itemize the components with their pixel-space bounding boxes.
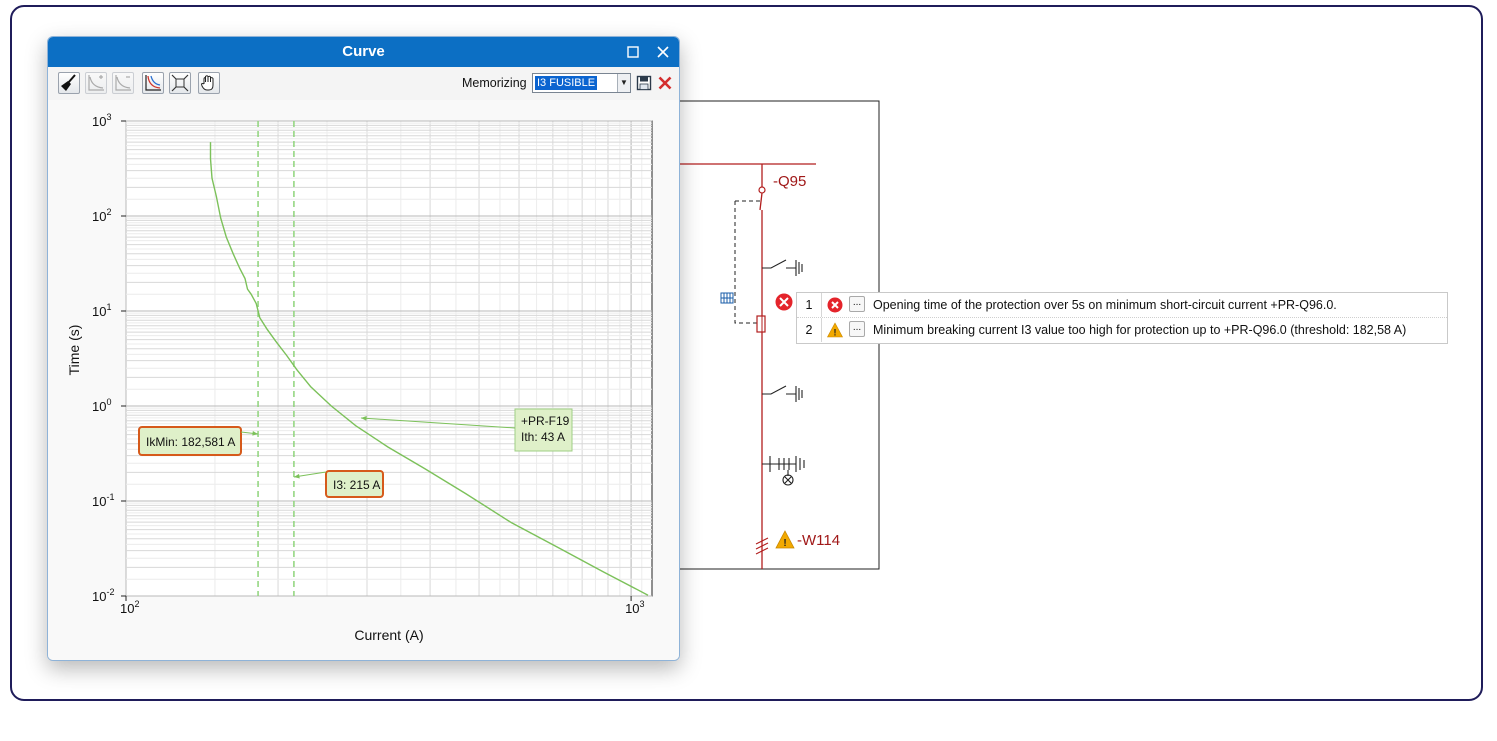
x-axis-label: Current (A)	[354, 627, 423, 643]
save-icon[interactable]	[636, 75, 652, 91]
error-row-number: 2	[797, 318, 822, 342]
y-axis-label: Time (s)	[66, 325, 82, 376]
error-list[interactable]: 1 ... Opening time of the protection ove…	[796, 292, 1448, 344]
broom-icon	[61, 74, 76, 91]
prf19-name-label: +PR-F19	[521, 414, 570, 428]
ikmin-label: IkMin: 182,581 A	[146, 435, 235, 449]
maximize-icon[interactable]	[623, 42, 643, 62]
details-button[interactable]: ...	[849, 296, 865, 312]
close-icon[interactable]	[653, 42, 673, 62]
error-message: Minimum breaking current I3 value too hi…	[873, 323, 1407, 337]
fit-view-icon	[171, 74, 189, 92]
window-title: Curve	[342, 43, 385, 60]
breaker-contact-icon[interactable]	[758, 186, 766, 194]
error-icon	[827, 297, 843, 313]
curve-chart-icon	[145, 75, 161, 91]
curve-toolbar: Memorizing I3 FUSIBLE ▼	[48, 67, 679, 100]
clear-curves-button[interactable]	[58, 72, 80, 94]
chevron-down-icon[interactable]: ▼	[617, 74, 630, 92]
plot-area[interactable]: 102 103 103 102 101 100 10-1 10-2 IkMin: 182,58…	[48, 100, 679, 660]
pan-button[interactable]	[198, 72, 220, 94]
delete-icon[interactable]	[657, 75, 673, 91]
y-tick-label: 103	[92, 112, 111, 129]
zoom-fit-button[interactable]	[169, 72, 191, 94]
warning-icon: !	[827, 322, 843, 338]
i3-label: I3: 215 A	[333, 478, 380, 492]
error-row[interactable]: 2 ! ... Minimum breaking current I3 valu…	[797, 318, 1447, 342]
x-tick-label: 102	[120, 599, 139, 616]
y-tick-label: 100	[92, 397, 111, 414]
curve-options-button[interactable]	[142, 72, 164, 94]
remove-point-button[interactable]	[112, 72, 134, 94]
curve-add-icon	[88, 75, 104, 91]
curve-window[interactable]: Curve Memorizing I3 FUSIBLE ▼ 102 103 10…	[47, 36, 680, 661]
y-tick-label: 102	[92, 207, 111, 224]
prf19-ith-label: Ith: 43 A	[521, 430, 565, 444]
memorizing-select[interactable]: I3 FUSIBLE ▼	[532, 73, 631, 93]
plot-frame	[125, 120, 653, 597]
error-row[interactable]: 1 ... Opening time of the protection ove…	[797, 293, 1447, 318]
memorizing-label: Memorizing	[462, 76, 527, 90]
cable-label: -W114	[797, 532, 841, 549]
window-titlebar[interactable]: Curve	[48, 37, 679, 67]
x-tick-label: 103	[625, 599, 644, 616]
y-tick-label: 101	[92, 302, 111, 319]
svg-text:!: !	[783, 538, 786, 549]
curve-remove-icon	[115, 75, 131, 91]
tripping-curve-chart[interactable]: 102 103 103 102 101 100 10-1 10-2 IkMin: 182,58…	[48, 100, 679, 660]
breaker-label: -Q95	[773, 173, 807, 190]
hand-icon	[200, 75, 214, 91]
error-row-number: 1	[797, 293, 822, 317]
add-point-button[interactable]	[85, 72, 107, 94]
details-button[interactable]: ...	[849, 321, 865, 337]
svg-text:!: !	[834, 328, 837, 338]
error-message: Opening time of the protection over 5s o…	[873, 298, 1337, 312]
memorizing-selected-value: I3 FUSIBLE	[535, 76, 598, 90]
y-tick-label: 10-1	[92, 492, 114, 509]
y-tick-label: 10-2	[92, 587, 114, 604]
fuse-icon[interactable]	[756, 315, 766, 333]
error-icon[interactable]	[775, 293, 793, 311]
